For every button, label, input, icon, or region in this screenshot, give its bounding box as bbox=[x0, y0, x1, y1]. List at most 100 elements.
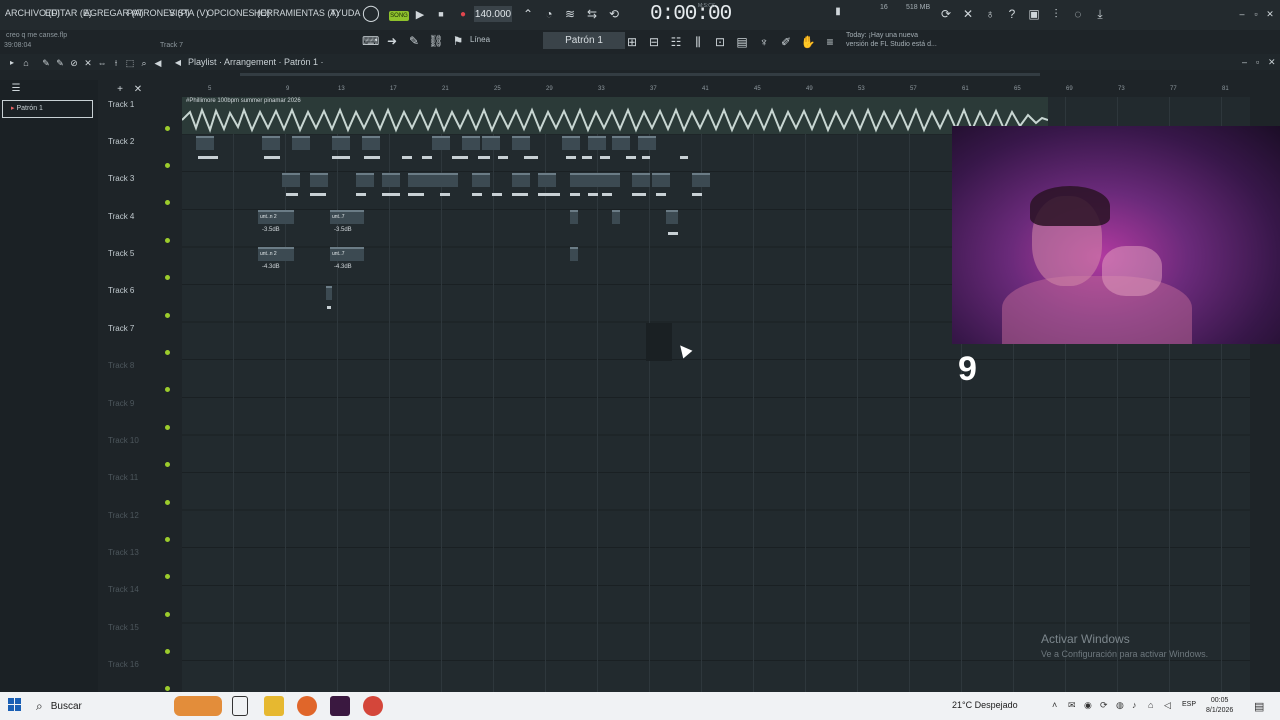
volume-icon[interactable]: ◁ bbox=[1164, 700, 1174, 710]
speaker-icon[interactable]: ◀ bbox=[150, 55, 166, 71]
pattern-clip[interactable] bbox=[382, 173, 400, 187]
pattern-clip[interactable] bbox=[512, 173, 530, 187]
track-enable-dot[interactable] bbox=[165, 425, 170, 430]
microphone-tray-icon[interactable]: ♪ bbox=[1132, 700, 1142, 710]
piano-roll-icon[interactable]: ⊟ bbox=[646, 34, 662, 50]
undo-icon[interactable]: ⟳ bbox=[938, 6, 954, 22]
fl-studio-taskbar-icon[interactable] bbox=[330, 696, 350, 716]
track-label[interactable]: Track 3 bbox=[108, 174, 134, 183]
track-enable-dot[interactable] bbox=[165, 574, 170, 579]
playlist-maximize-icon[interactable]: ▫ bbox=[1256, 57, 1259, 67]
track-label[interactable]: Track 1 bbox=[108, 100, 134, 109]
track-enable-dot[interactable] bbox=[165, 200, 170, 205]
pattern-clip[interactable] bbox=[310, 173, 328, 187]
track-label[interactable]: Track 10 bbox=[108, 436, 139, 445]
notification-icon[interactable]: ▤ bbox=[1254, 700, 1264, 713]
taskbar-search[interactable]: ⌕ Buscar bbox=[36, 696, 166, 716]
channel-rack-icon[interactable]: ☷ bbox=[668, 34, 684, 50]
magnet-icon[interactable]: ⌂ bbox=[18, 55, 34, 71]
arrow-right-icon[interactable]: ➜ bbox=[384, 33, 400, 49]
save-icon[interactable]: ▣ bbox=[1026, 6, 1042, 22]
track-label[interactable]: Track 16 bbox=[108, 660, 139, 669]
chevron-up-icon[interactable]: ˄ bbox=[1052, 700, 1062, 710]
audio-clip[interactable]: #Phillimore 100bpm summer pinamar 2026 bbox=[182, 97, 1048, 134]
metronome-icon[interactable]: ⌃ bbox=[520, 6, 536, 22]
pattern-clip[interactable] bbox=[440, 173, 458, 187]
language-indicator[interactable]: ESP bbox=[1182, 701, 1196, 708]
picker-item-pattern-1[interactable]: ▸ Patrón 1 bbox=[2, 100, 93, 118]
playlist-close-icon[interactable]: ✕ bbox=[1268, 57, 1276, 68]
obs-icon[interactable] bbox=[363, 696, 383, 716]
mega-icon[interactable]: ◉ bbox=[1084, 700, 1094, 710]
pattern-clip[interactable] bbox=[666, 210, 678, 224]
stamp-icon[interactable]: ⚑ bbox=[450, 33, 466, 49]
pattern-clip[interactable] bbox=[326, 286, 332, 300]
pattern-clip[interactable] bbox=[538, 173, 556, 187]
record-button[interactable]: ● bbox=[458, 5, 468, 23]
mixer-view-icon[interactable]: ⫼ bbox=[690, 34, 706, 50]
download-icon[interactable]: ⤓ bbox=[1092, 6, 1108, 22]
track-label[interactable]: Track 11 bbox=[108, 473, 138, 482]
track-label[interactable]: Track 5 bbox=[108, 249, 134, 258]
pattern-clip[interactable]: unt..7 bbox=[330, 210, 364, 224]
pattern-clip[interactable] bbox=[362, 136, 380, 150]
menu-herramientas[interactable]: HERRAMIENTAS (T) bbox=[254, 8, 339, 18]
pattern-clip[interactable] bbox=[692, 173, 710, 187]
plugin-icon[interactable]: ▤ bbox=[734, 34, 750, 50]
track-enable-dot[interactable] bbox=[165, 686, 170, 691]
pattern-clip[interactable] bbox=[652, 173, 670, 187]
taskbar-clock[interactable]: 00:05 8/1/2026 bbox=[1206, 696, 1233, 716]
link-icon[interactable]: ⛓ bbox=[428, 33, 444, 49]
windows-start-icon[interactable] bbox=[8, 698, 22, 712]
pattern-clip[interactable]: unt..n 2 bbox=[258, 247, 294, 261]
pattern-clip[interactable] bbox=[570, 210, 578, 224]
pattern-selector[interactable]: Patrón 1 bbox=[543, 32, 625, 49]
stop-button[interactable]: ■ bbox=[436, 5, 446, 23]
pattern-clip[interactable] bbox=[196, 136, 214, 150]
list-icon[interactable]: ≡ bbox=[822, 34, 838, 50]
timeline-ruler[interactable]: 5 9 13 17 21 25 29 33 37 41 45 49 53 57 … bbox=[182, 86, 1250, 96]
pattern-clip[interactable] bbox=[562, 136, 580, 150]
track-enable-dot[interactable] bbox=[165, 537, 170, 542]
chat-icon[interactable]: ◌ bbox=[1070, 6, 1086, 22]
pattern-clip[interactable] bbox=[602, 173, 620, 187]
pattern-clip[interactable]: unt..n 2 bbox=[258, 210, 294, 224]
pattern-clip[interactable] bbox=[462, 136, 480, 150]
track-label[interactable]: Track 4 bbox=[108, 212, 134, 221]
track-label[interactable]: Track 15 bbox=[108, 623, 139, 632]
task-view-icon[interactable] bbox=[232, 696, 248, 716]
pattern-clip[interactable] bbox=[282, 173, 300, 187]
pattern-clip[interactable] bbox=[570, 173, 588, 187]
track-label[interactable]: Track 8 bbox=[108, 361, 134, 370]
pattern-clip[interactable] bbox=[612, 136, 630, 150]
close-icon[interactable]: ✕ bbox=[1262, 6, 1278, 22]
track-enable-dot[interactable] bbox=[165, 649, 170, 654]
track-enable-dot[interactable] bbox=[165, 313, 170, 318]
tempo-display[interactable]: 140.000 bbox=[474, 6, 512, 22]
track-enable-dot[interactable] bbox=[165, 462, 170, 467]
countdown-icon[interactable]: ≋ bbox=[562, 6, 578, 22]
song-mode-toggle[interactable]: SONG bbox=[389, 11, 409, 21]
pattern-clip[interactable] bbox=[356, 173, 374, 187]
brush-icon[interactable]: ✐ bbox=[778, 34, 794, 50]
mail-icon[interactable]: ✉ bbox=[1068, 700, 1078, 710]
mixer-icon[interactable]: ⫶ bbox=[1048, 6, 1064, 22]
play-button[interactable]: ▶ bbox=[414, 5, 426, 23]
sync-icon[interactable]: ⟳ bbox=[1100, 700, 1110, 710]
add-pattern-icon[interactable]: ⊞ bbox=[624, 34, 640, 50]
pattern-clip[interactable] bbox=[588, 136, 606, 150]
track-label[interactable]: Track 2 bbox=[108, 137, 134, 146]
track-enable-dot[interactable] bbox=[165, 238, 170, 243]
track-label[interactable]: Track 9 bbox=[108, 399, 134, 408]
track-label[interactable]: Track 7 bbox=[108, 324, 134, 333]
help-icon[interactable]: ? bbox=[1004, 6, 1020, 22]
browser-icon[interactable]: ⊡ bbox=[712, 34, 728, 50]
firefox-icon[interactable] bbox=[297, 696, 317, 716]
pattern-clip[interactable] bbox=[432, 136, 450, 150]
wait-icon[interactable]: ◔ bbox=[541, 6, 557, 22]
pattern-clip[interactable] bbox=[638, 136, 656, 150]
pattern-clip[interactable] bbox=[632, 173, 650, 187]
picker-view-icon[interactable]: ☰ bbox=[8, 81, 24, 97]
step-edit-icon[interactable]: ⟲ bbox=[606, 6, 622, 22]
pencil-icon[interactable]: ✎ bbox=[406, 33, 422, 49]
